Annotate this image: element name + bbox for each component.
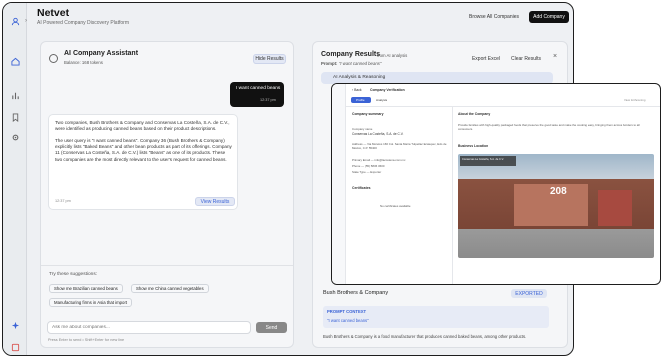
detail-value: info@lacostena.com.mx: [374, 158, 406, 162]
verification-rail: [332, 84, 346, 284]
prompt-context-value: "I want canned beans": [327, 318, 369, 323]
assistant-title: AI Company Assistant: [64, 50, 139, 57]
app-name: Netvet: [37, 7, 70, 19]
summary-title: Company summary: [352, 112, 384, 116]
app-tagline: AI Powered Company Discovery Platform: [37, 20, 129, 26]
user-icon[interactable]: [9, 15, 21, 27]
send-button[interactable]: Send: [256, 322, 287, 333]
gear-icon[interactable]: [9, 131, 21, 143]
detail-value: (55) 5836 3600: [364, 164, 385, 168]
name-value: Conservas La Costeña, S.A. de C.V.: [352, 132, 404, 136]
detail-row: Address — Via Morelos 166 Col. Santa Mar…: [352, 142, 447, 150]
logout-icon[interactable]: [9, 341, 21, 353]
clear-results-button[interactable]: Clear Results: [509, 54, 543, 63]
detail-key: Primary Email: [352, 158, 370, 162]
divider: [452, 106, 453, 284]
garage-door: [598, 190, 632, 226]
suggestions-label: Try these suggestions:: [49, 272, 98, 277]
map-caption: Conservas La Costeña, S.A. de C.V.: [462, 158, 504, 161]
view-results-button[interactable]: View Results: [195, 197, 235, 206]
divider: [41, 265, 293, 266]
prompt-context-label: PROMPT CONTEXT: [327, 309, 367, 314]
name-label: Company name: [352, 127, 373, 131]
assistant-reply-time: 12:37 pm: [55, 199, 71, 203]
icon-rail: [3, 3, 27, 355]
user-message-time: 12:37 pm: [260, 98, 276, 102]
detail-value: Via Morelos 166 Col. Santa María Tulpetl…: [352, 142, 447, 150]
suggestion-chip[interactable]: Show me Brazilian canned beans: [49, 284, 123, 293]
assistant-reply-text: Two companies, Bush Brothers & Company a…: [55, 120, 232, 162]
about-title: About the Company: [458, 112, 491, 116]
browse-all-button[interactable]: Browse All Companies: [467, 11, 521, 23]
building-number: 208: [550, 186, 567, 197]
exported-badge: EXPORTED: [511, 289, 547, 298]
sparkle-icon[interactable]: [9, 319, 21, 331]
tab-profile-label: Profile: [356, 98, 365, 102]
company-card-title: Bush Brothers & Company: [323, 290, 389, 296]
results-title: Company Results: [321, 51, 381, 58]
detail-row: State Type — Exporter: [352, 170, 382, 174]
prompt-context-box: PROMPT CONTEXT "I want canned beans": [323, 306, 549, 328]
user-message-bubble: I want canned beans 12:37 pm: [230, 82, 284, 107]
prompt-line: Prompt: "I want canned beans": [321, 61, 381, 66]
street-view-image[interactable]: 208 Conservas La Costeña, S.A. de C.V.: [458, 154, 654, 258]
home-icon[interactable]: [9, 55, 21, 67]
suggestion-chip[interactable]: Show me China canned vegetables: [131, 284, 209, 293]
results-source: from AI analysis: [377, 53, 408, 58]
back-link[interactable]: ‹ Back: [352, 88, 362, 92]
export-excel-button[interactable]: Export Excel: [469, 54, 503, 63]
close-icon[interactable]: ×: [553, 53, 557, 60]
token-balance: Balance: 168 tokens: [64, 60, 103, 65]
tab-profile[interactable]: Profile: [351, 97, 371, 103]
user-message-text: I want canned beans: [236, 86, 281, 91]
verification-title: Company Verification: [370, 88, 405, 92]
bookmark-icon[interactable]: [9, 111, 21, 123]
suggestion-chip[interactable]: Manufacturing firms in Asia that import: [49, 298, 133, 307]
prompt-label: Prompt:: [321, 61, 338, 66]
location-title: Business Location: [458, 144, 489, 148]
detail-key: State Type: [352, 170, 366, 174]
certificates-title: Certificates: [352, 186, 371, 190]
chart-icon[interactable]: [9, 89, 21, 101]
prompt-value: "I want canned beans": [338, 61, 382, 66]
assistant-reply-bubble: Two companies, Bush Brothers & Company a…: [48, 114, 238, 210]
view-link[interactable]: View forthcoming: [624, 98, 645, 102]
input-hint: Press Enter to send • Shift+Enter for ne…: [48, 338, 125, 342]
detail-row: Primary Email — info@lacostena.com.mx: [352, 158, 406, 162]
chat-input[interactable]: [47, 321, 251, 334]
send-label: Send: [265, 324, 278, 331]
hide-results-button[interactable]: Hide Results: [253, 54, 286, 64]
add-company-button[interactable]: Add Company: [529, 11, 569, 23]
company-description: Bush Brothers & Company is a food manufa…: [323, 334, 527, 339]
certificates-empty: No certificates available: [380, 204, 411, 208]
assistant-panel: AI Company Assistant Balance: 168 tokens…: [40, 41, 294, 348]
divider: [346, 106, 660, 107]
about-text: Provide families with high-quality packa…: [458, 123, 640, 131]
detail-value: Exporter: [370, 170, 382, 174]
assistant-icon: [49, 54, 58, 63]
detail-row: Phone — (55) 5836 3600: [352, 164, 385, 168]
back-label: Back: [354, 88, 362, 92]
analysis-label: AI Analysis & Reasoning: [333, 75, 386, 80]
map-caption-box: Conservas La Costeña, S.A. de C.V.: [460, 156, 516, 166]
verification-window: ‹ Back Company Verification Profile Anal…: [331, 83, 661, 285]
tab-analysis[interactable]: Analysis: [376, 98, 387, 102]
app-header: Netvet AI Powered Company Discovery Plat…: [27, 3, 573, 33]
detail-key: Phone: [352, 164, 361, 168]
